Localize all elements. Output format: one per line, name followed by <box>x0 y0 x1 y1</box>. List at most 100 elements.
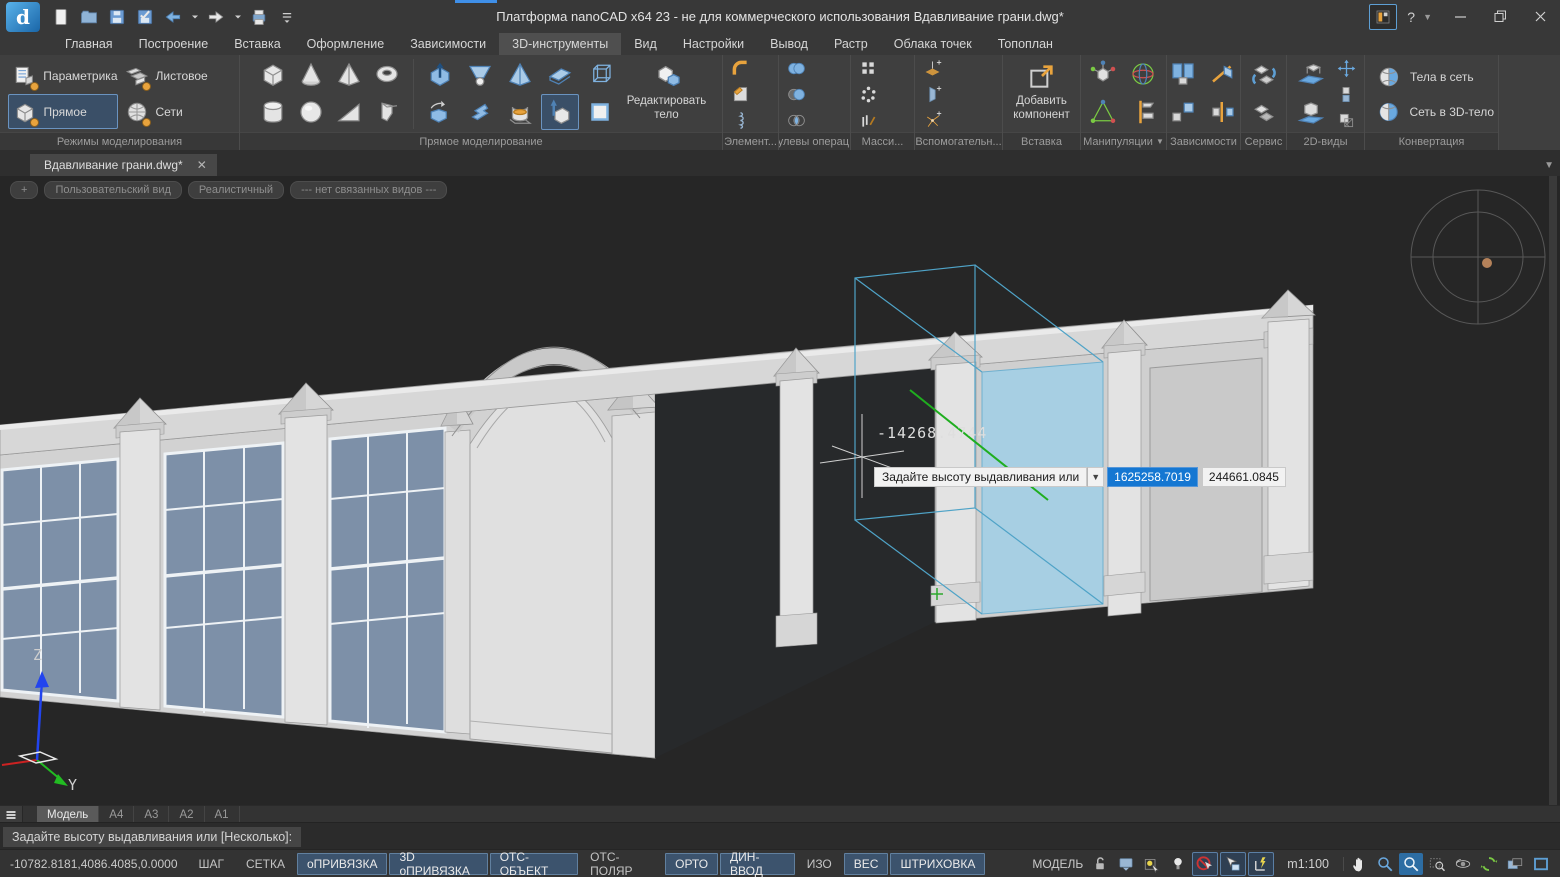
service-check-solid[interactable] <box>1245 58 1283 94</box>
aux-point[interactable] <box>919 108 945 133</box>
dynamic-ucs-icon[interactable] <box>1248 852 1274 876</box>
tool-push-pull[interactable] <box>541 94 579 130</box>
zoom-window-icon[interactable] <box>1399 853 1423 875</box>
lamp-icon[interactable] <box>1166 853 1190 875</box>
manip-rotate-3d[interactable] <box>1124 56 1162 92</box>
sheet-tab-A3[interactable]: A3 <box>134 806 169 823</box>
add-component-button[interactable]: Добавить компонент <box>1007 56 1076 132</box>
selection-preview-icon[interactable] <box>1220 852 1246 876</box>
ribbon-group-label[interactable]: Конвертация <box>1365 132 1498 150</box>
ribbon-group-label[interactable]: Зависимости <box>1167 132 1240 150</box>
ribbon-group-label[interactable]: Вспомогательн... <box>915 132 1002 150</box>
close-tab-icon[interactable]: ✕ <box>197 158 207 172</box>
element-chamfer[interactable] <box>727 82 753 107</box>
restore-button[interactable] <box>1480 0 1520 33</box>
menu-tab-Растр[interactable]: Растр <box>821 33 881 55</box>
constraint-symmetry[interactable] <box>1204 94 1242 130</box>
tool-loft[interactable] <box>501 94 539 130</box>
boolean-intersect[interactable] <box>783 108 809 133</box>
constraint-fix[interactable] <box>1164 94 1202 130</box>
primitive-shell[interactable] <box>368 94 406 130</box>
tool-wire-box[interactable] <box>581 56 619 92</box>
menu-tab-Вид[interactable]: Вид <box>621 33 670 55</box>
nanocad-logo-icon[interactable]: d <box>6 2 40 32</box>
mesh-mode-button[interactable]: Сети <box>120 94 230 129</box>
direct-mode-button[interactable]: Прямое <box>8 94 118 129</box>
primitive-pyramid[interactable] <box>330 56 368 92</box>
ribbon-group-label[interactable]: Прямое моделирование <box>240 132 722 150</box>
qat-customize-button[interactable] <box>274 4 300 30</box>
status-toggle-СЕТКА[interactable]: СЕТКА <box>236 853 295 875</box>
tab-list-dropdown-icon[interactable]: ▼ <box>1544 160 1554 171</box>
sheet-tab-Модель[interactable]: Модель <box>37 806 99 823</box>
primitive-cone[interactable] <box>292 56 330 92</box>
orbit-icon[interactable] <box>1451 853 1475 875</box>
document-tab[interactable]: Вдавливание грани.dwg* ✕ <box>30 154 217 176</box>
dynamic-input-value-field[interactable]: 1625258.7019 <box>1107 467 1198 487</box>
isolate-objects-icon[interactable] <box>1140 853 1164 875</box>
annotation-lock-icon[interactable] <box>1088 853 1112 875</box>
help-button[interactable]: ? <box>1401 9 1421 25</box>
command-line[interactable]: Задайте высоту выдавливания или [Несколь… <box>0 822 1560 850</box>
redo-button[interactable] <box>203 4 229 30</box>
status-toggle-ИЗО[interactable]: ИЗО <box>797 853 842 875</box>
element-fillet[interactable] <box>727 56 753 81</box>
aux-plane-vertical[interactable] <box>919 82 945 107</box>
tool-revolve[interactable] <box>421 94 459 130</box>
dynamic-input-dropdown-icon[interactable]: ▼ <box>1087 467 1104 487</box>
ribbon-group-label[interactable]: Режимы моделирования <box>0 132 239 150</box>
print-button[interactable] <box>246 4 272 30</box>
ribbon-group-label[interactable]: Булевы операц... <box>779 132 850 150</box>
dynamic-input-second-field[interactable]: 244661.0845 <box>1202 467 1286 487</box>
view-section[interactable] <box>1292 95 1330 131</box>
menu-tab-Вставка[interactable]: Вставка <box>221 33 293 55</box>
new-file-button[interactable] <box>48 4 74 30</box>
status-toggle-ОТС-ОБЪЕКТ[interactable]: ОТС-ОБЪЕКТ <box>490 853 578 875</box>
selection-off-icon[interactable] <box>1192 852 1218 876</box>
status-toggle-3D оПРИВЯЗКА[interactable]: 3D оПРИВЯЗКА <box>389 853 487 875</box>
help-dropdown-icon[interactable]: ▼ <box>1421 12 1440 22</box>
ribbon-group-label[interactable]: Манипуляции▼ <box>1081 132 1166 150</box>
view-stack[interactable] <box>1334 82 1360 107</box>
edit-body-button[interactable]: Редактировать тело <box>625 56 709 132</box>
primitive-cylinder[interactable] <box>254 94 292 130</box>
array-path[interactable] <box>855 108 881 133</box>
primitive-torus[interactable] <box>368 56 406 92</box>
viewport-control-1[interactable]: Пользовательский вид <box>44 181 181 199</box>
ribbon-group-label[interactable]: Вставка <box>1003 132 1080 150</box>
status-toggle-ДИН-ВВОД[interactable]: ДИН-ВВОД <box>720 853 795 875</box>
sheet-tab-A1[interactable]: A1 <box>205 806 240 823</box>
view-move[interactable] <box>1334 56 1360 81</box>
save-all-button[interactable] <box>132 4 158 30</box>
viewport-control-2[interactable]: Реалистичный <box>188 181 284 199</box>
element-spiral[interactable] <box>727 108 753 133</box>
menu-tab-Топоплан[interactable]: Топоплан <box>985 33 1066 55</box>
drawing-canvas[interactable]: +Пользовательский видРеалистичный--- нет… <box>0 176 1560 805</box>
zoom-icon[interactable] <box>1373 853 1397 875</box>
fullscreen-icon[interactable] <box>1529 853 1553 875</box>
manip-move-3d[interactable] <box>1084 56 1122 92</box>
array-rectangular[interactable] <box>855 56 881 81</box>
status-toggle-ШТРИХОВКА[interactable]: ШТРИХОВКА <box>890 853 985 875</box>
tool-pyramid-face[interactable] <box>501 56 539 92</box>
menu-tab-Оформление[interactable]: Оформление <box>294 33 398 55</box>
menu-tab-3D-инструменты[interactable]: 3D-инструменты <box>499 33 621 55</box>
regen-icon[interactable] <box>1477 853 1501 875</box>
annotation-monitor-icon[interactable] <box>1114 853 1138 875</box>
primitive-wedge[interactable] <box>330 94 368 130</box>
status-toggle-ВЕС[interactable]: ВЕС <box>844 853 889 875</box>
primitive-box[interactable] <box>254 56 292 92</box>
interface-settings-icon[interactable] <box>1369 4 1397 30</box>
tool-taper-face[interactable] <box>461 56 499 92</box>
tool-push-face[interactable] <box>421 56 459 92</box>
status-toggle-оПРИВЯЗКА[interactable]: оПРИВЯЗКА <box>297 853 387 875</box>
status-toggle-ШАГ[interactable]: ШАГ <box>189 853 235 875</box>
layouts-icon[interactable] <box>1503 853 1527 875</box>
status-toggle-ОТС-ПОЛЯР[interactable]: ОТС-ПОЛЯР <box>580 853 663 875</box>
aux-plane-corner[interactable] <box>919 56 945 81</box>
mesh-to-solid-button[interactable]: Сеть в 3D-тело <box>1369 95 1494 129</box>
model-space-label[interactable]: МОДЕЛЬ <box>1032 857 1083 871</box>
sheet-tab-A4[interactable]: A4 <box>99 806 134 823</box>
menu-tab-Вывод[interactable]: Вывод <box>757 33 821 55</box>
service-solids[interactable] <box>1245 95 1283 131</box>
